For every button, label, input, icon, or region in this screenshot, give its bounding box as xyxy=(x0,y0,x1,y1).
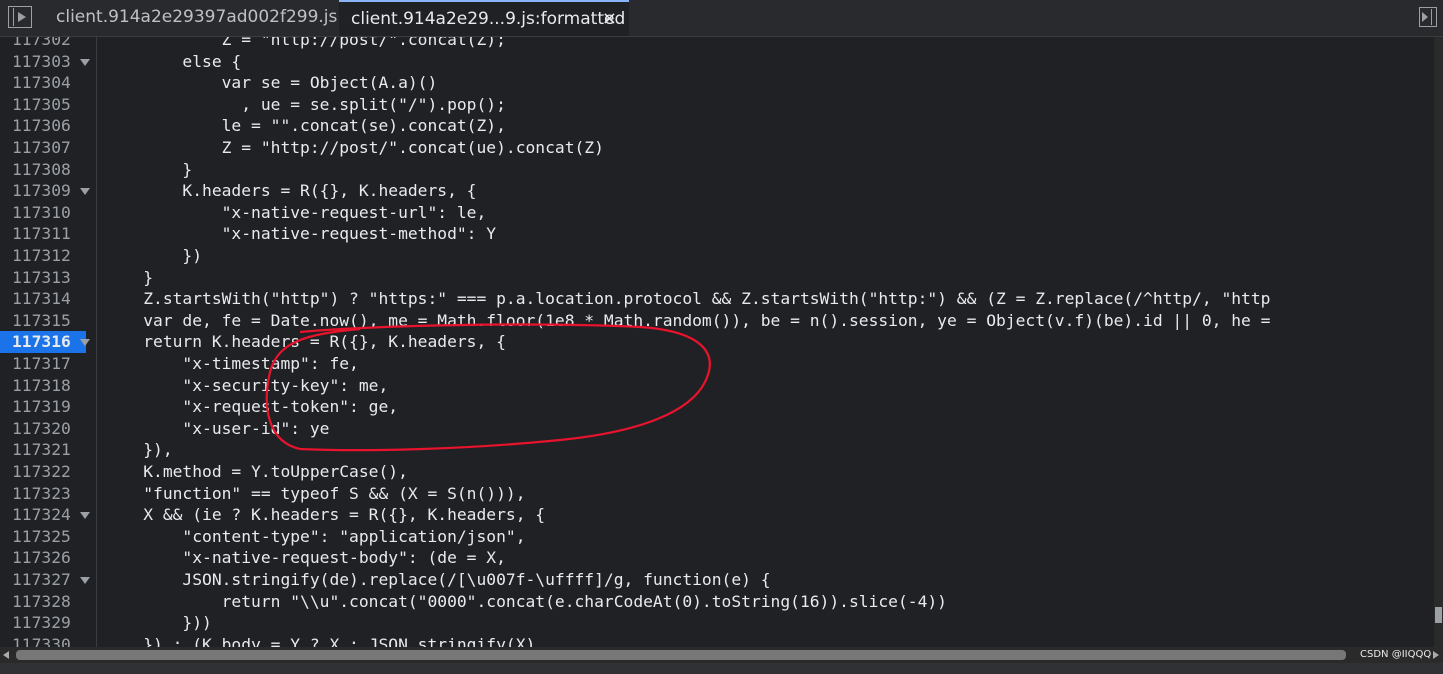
code-line[interactable]: "x-native-request-body": (de = X, xyxy=(96,547,1442,569)
code-line[interactable]: return K.headers = R({}, K.headers, { xyxy=(96,331,1442,353)
line-number[interactable]: 117327 xyxy=(0,569,72,591)
status-strip xyxy=(0,663,1443,674)
tab-formatted-file-label: client.914a2e29...9.js:formatted xyxy=(351,9,626,29)
line-number[interactable]: 117314 xyxy=(0,288,72,310)
tab-formatted-file[interactable]: client.914a2e29...9.js:formatted × xyxy=(339,0,629,36)
code-line[interactable]: "function" == typeof S && (X = S(n())), xyxy=(96,483,1442,505)
fold-arrow-icon[interactable] xyxy=(80,339,90,347)
code-line[interactable]: var se = Object(A.a)() xyxy=(96,72,1442,94)
code-line[interactable]: else { xyxy=(96,51,1442,73)
line-number[interactable]: 117316 xyxy=(0,331,86,354)
code-line[interactable]: "x-user-id": ye xyxy=(96,418,1442,440)
navigator-toggle-icon[interactable] xyxy=(8,6,32,28)
code-line[interactable]: "x-request-token": ge, xyxy=(96,396,1442,418)
line-number[interactable]: 117315 xyxy=(0,310,72,332)
line-number[interactable]: 117303 xyxy=(0,51,72,73)
line-number[interactable]: 117313 xyxy=(0,267,72,289)
code-line[interactable]: Z.startsWith("http") ? "https:" === p.a.… xyxy=(96,288,1442,310)
line-number[interactable]: 117304 xyxy=(0,72,72,94)
code-line[interactable]: })) xyxy=(96,612,1442,634)
code-line[interactable]: "x-timestamp": fe, xyxy=(96,353,1442,375)
code-line[interactable]: }), xyxy=(96,439,1442,461)
code-line[interactable]: Z = "http://post/".concat(ue).concat(Z) xyxy=(96,137,1442,159)
watermark: CSDN @IIQQQ xyxy=(1360,649,1432,660)
horizontal-scrollbar[interactable] xyxy=(0,647,1443,663)
line-number[interactable]: 117306 xyxy=(0,115,72,137)
code-line[interactable]: "x-native-request-method": Y xyxy=(96,223,1442,245)
vertical-scrollbar[interactable] xyxy=(1434,37,1443,647)
line-number[interactable]: 117318 xyxy=(0,375,72,397)
line-number[interactable]: 117320 xyxy=(0,418,72,440)
code-line[interactable]: "x-security-key": me, xyxy=(96,375,1442,397)
line-number[interactable]: 117319 xyxy=(0,396,72,418)
code-editor[interactable]: 117302 Z = "http://post/".concat(Z); 1173… xyxy=(0,37,1443,647)
line-number[interactable]: 117305 xyxy=(0,94,72,116)
code-line[interactable]: } xyxy=(96,159,1442,181)
vertical-scroll-thumb[interactable] xyxy=(1435,607,1442,623)
fold-arrow-icon[interactable] xyxy=(80,188,90,196)
code-line[interactable]: , ue = se.split("/").pop(); xyxy=(96,94,1442,116)
line-number[interactable]: 117325 xyxy=(0,526,72,548)
line-number[interactable]: 117309 xyxy=(0,180,72,202)
code-line[interactable]: }) xyxy=(96,245,1442,267)
line-number[interactable]: 117307 xyxy=(0,137,72,159)
line-number[interactable]: 117317 xyxy=(0,353,72,375)
fold-arrow-icon[interactable] xyxy=(80,512,90,520)
code-line[interactable]: "content-type": "application/json", xyxy=(96,526,1442,548)
line-number[interactable]: 117330 xyxy=(0,634,72,647)
code-line[interactable]: le = "".concat(se).concat(Z), xyxy=(96,115,1442,137)
horizontal-scroll-thumb[interactable] xyxy=(16,650,1346,660)
code-line[interactable]: K.method = Y.toUpperCase(), xyxy=(96,461,1442,483)
line-number[interactable]: 117323 xyxy=(0,483,72,505)
close-icon[interactable]: × xyxy=(602,2,617,36)
code-line[interactable]: "x-native-request-url": le, xyxy=(96,202,1442,224)
code-line[interactable]: Z = "http://post/".concat(Z); xyxy=(96,37,1442,51)
code-line[interactable]: }) : (K.body = Y ? X : JSON.stringify(X)… xyxy=(96,634,1442,647)
code-line[interactable]: X && (ie ? K.headers = R({}, K.headers, … xyxy=(96,504,1442,526)
code-line[interactable]: K.headers = R({}, K.headers, { xyxy=(96,180,1442,202)
scroll-left-icon[interactable] xyxy=(3,651,9,659)
line-number[interactable]: 117322 xyxy=(0,461,72,483)
tab-source-file-label: client.914a2e29397ad002f299.js xyxy=(56,7,338,27)
fold-arrow-icon[interactable] xyxy=(80,577,90,584)
line-number[interactable]: 117329 xyxy=(0,612,72,634)
line-number[interactable]: 117324 xyxy=(0,504,72,526)
code-line[interactable]: } xyxy=(96,267,1442,289)
code-line[interactable]: var de, fe = Date.now(), me = Math.floor… xyxy=(96,310,1442,332)
line-number[interactable]: 117311 xyxy=(0,223,72,245)
line-number[interactable]: 117302 xyxy=(0,37,72,51)
scroll-right-icon[interactable] xyxy=(1433,651,1439,659)
fold-arrow-icon[interactable] xyxy=(80,58,90,66)
line-number[interactable]: 117310 xyxy=(0,202,72,224)
debugger-sidebar-toggle-icon[interactable] xyxy=(1419,7,1437,27)
line-number[interactable]: 117326 xyxy=(0,547,72,569)
tab-source-file[interactable]: client.914a2e29397ad002f299.js xyxy=(56,0,337,36)
line-number[interactable]: 117328 xyxy=(0,591,72,613)
code-line[interactable]: return "\\u".concat("0000".concat(e.char… xyxy=(96,591,1442,613)
code-line[interactable]: JSON.stringify(de).replace(/[\u007f-\uff… xyxy=(96,569,1442,591)
tab-bar: client.914a2e29397ad002f299.js client.91… xyxy=(0,0,1443,37)
line-number[interactable]: 117308 xyxy=(0,159,72,181)
line-number[interactable]: 117312 xyxy=(0,245,72,267)
line-number[interactable]: 117321 xyxy=(0,439,72,461)
